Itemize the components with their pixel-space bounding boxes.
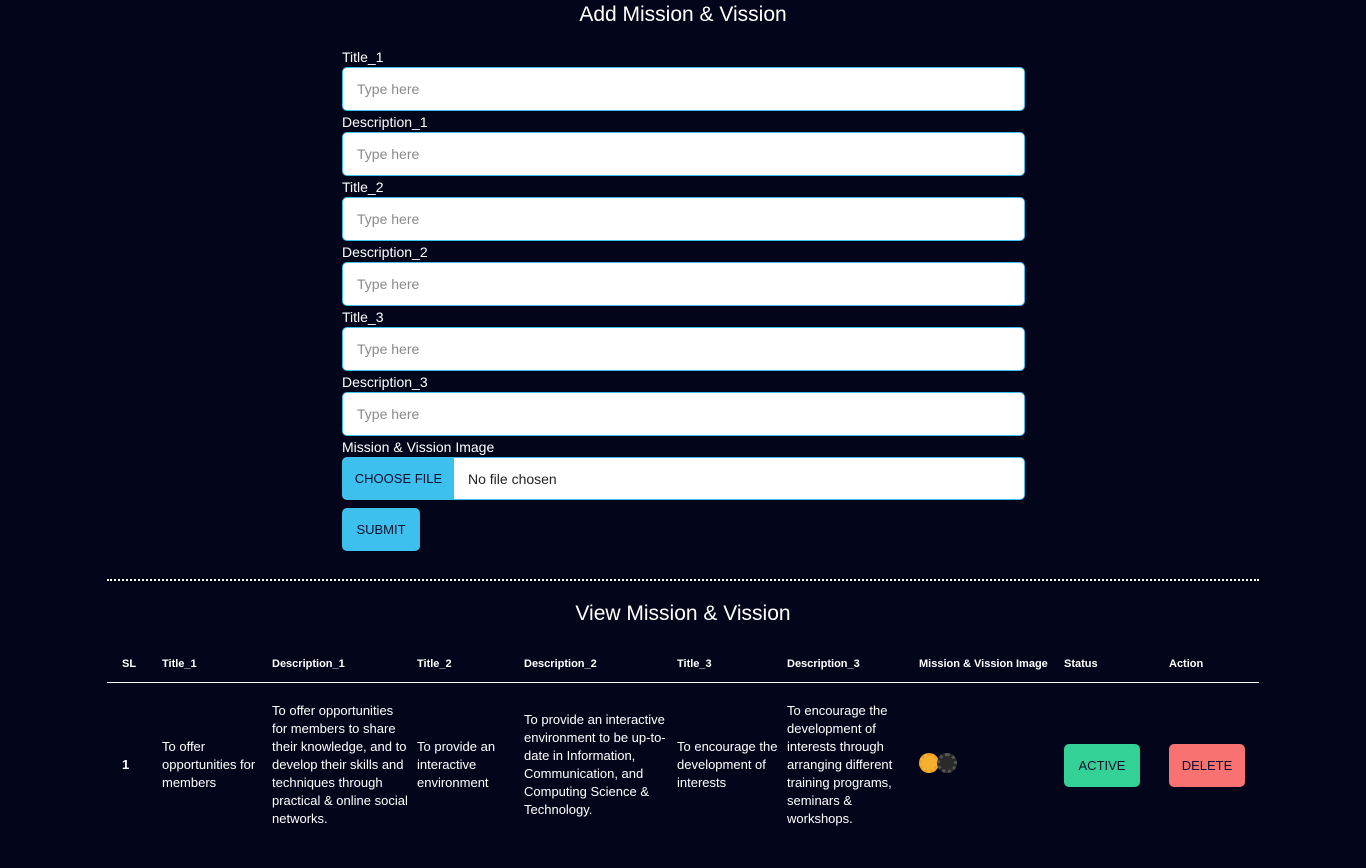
view-title: View Mission & Vission	[575, 602, 791, 625]
col-header-description-1: Description_1	[272, 645, 417, 683]
title-3-input[interactable]	[342, 327, 1025, 371]
file-status-text: No file chosen	[468, 470, 557, 487]
mission-vission-form: Title_1 Description_1 Title_2 Descriptio…	[342, 48, 1025, 551]
cell-action: DELETE	[1169, 683, 1259, 848]
cell-image	[919, 683, 1064, 848]
description-2-label: Description_2	[342, 244, 428, 260]
form-title: Add Mission & Vission	[579, 3, 787, 26]
col-header-image: Mission & Vission Image	[919, 645, 1064, 683]
gear-dark-icon	[937, 752, 957, 773]
cell-description-2: To provide an interactive environment to…	[524, 712, 666, 818]
gears-icon	[919, 752, 957, 773]
image-file-input[interactable]: CHOOSE FILE No file chosen	[342, 457, 1025, 500]
cell-title-3: To encourage the development of interest…	[677, 739, 778, 791]
cell-description-3: To encourage the development of interest…	[787, 703, 893, 827]
table-row: 1 To offer opportunities for members To …	[107, 683, 1259, 848]
submit-button[interactable]: SUBMIT	[342, 508, 420, 551]
col-header-action: Action	[1169, 645, 1259, 683]
col-header-title-3: Title_3	[677, 645, 787, 683]
description-2-input[interactable]	[342, 262, 1025, 306]
title-2-label: Title_2	[342, 179, 384, 195]
description-3-label: Description_3	[342, 374, 428, 390]
table-header-row: SL Title_1 Description_1 Title_2 Descrip…	[107, 645, 1259, 683]
col-header-title-2: Title_2	[417, 645, 524, 683]
cell-status: ACTIVE	[1064, 683, 1169, 848]
cell-description-1: To offer opportunities for members to sh…	[272, 703, 408, 827]
col-header-title-1: Title_1	[162, 645, 272, 683]
delete-button[interactable]: DELETE	[1169, 743, 1245, 787]
choose-file-button[interactable]: CHOOSE FILE	[343, 458, 454, 499]
cell-title-2: To provide an interactive environment	[417, 739, 496, 791]
mission-vission-table: SL Title_1 Description_1 Title_2 Descrip…	[107, 645, 1259, 848]
col-header-description-3: Description_3	[787, 645, 919, 683]
description-1-input[interactable]	[342, 132, 1025, 176]
cell-title-1: To offer opportunities for members	[162, 739, 256, 791]
active-status-button[interactable]: ACTIVE	[1064, 743, 1140, 787]
col-header-sl: SL	[107, 645, 162, 683]
title-2-input[interactable]	[342, 197, 1025, 241]
description-3-input[interactable]	[342, 392, 1025, 436]
page: Add Mission & Vission Title_1 Descriptio…	[0, 0, 1366, 868]
section-divider	[107, 579, 1259, 581]
cell-sl: 1	[122, 757, 130, 773]
col-header-description-2: Description_2	[524, 645, 677, 683]
title-3-label: Title_3	[342, 309, 384, 325]
title-1-label: Title_1	[342, 49, 384, 65]
title-1-input[interactable]	[342, 67, 1025, 111]
description-1-label: Description_1	[342, 114, 428, 130]
image-label: Mission & Vission Image	[342, 439, 495, 455]
gear-orange-icon	[919, 752, 939, 773]
col-header-status: Status	[1064, 645, 1169, 683]
